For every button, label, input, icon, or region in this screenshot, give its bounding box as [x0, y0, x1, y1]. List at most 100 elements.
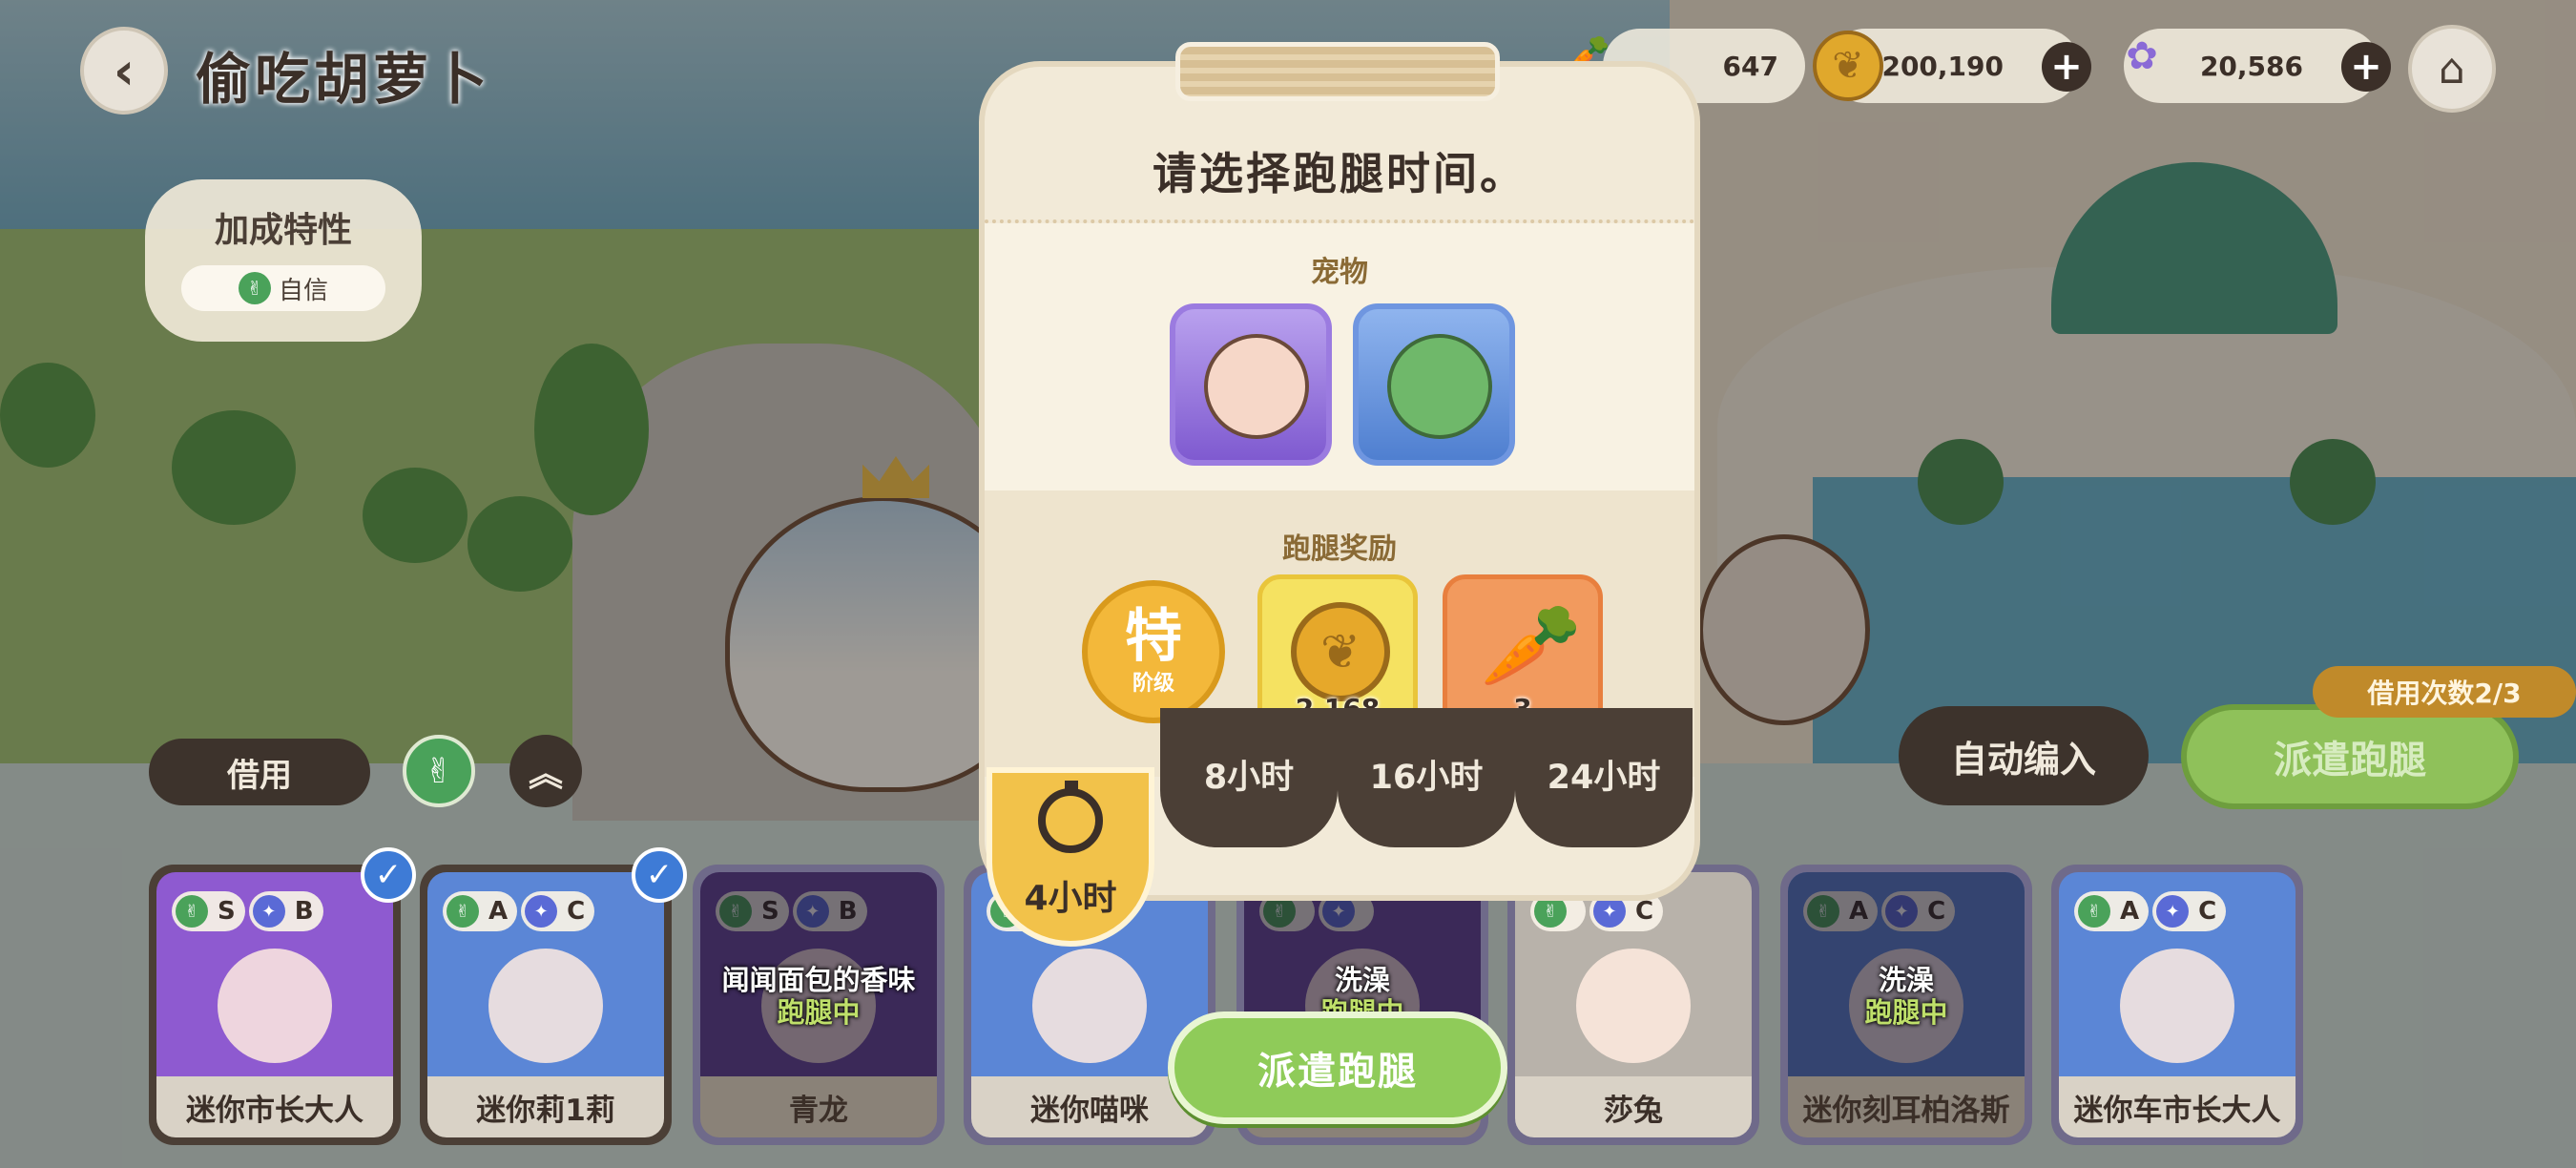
rabbit-icon: ✌ — [176, 895, 208, 928]
bonus-trait-panel: 加成特性 ✌ 自信 — [145, 179, 422, 342]
pet-card-art: ✌ A ✦ C — [2059, 872, 2296, 1076]
collapse-button[interactable]: ︽ — [509, 735, 582, 807]
pet-name: 迷你刻耳柏洛斯 — [1788, 1076, 2025, 1137]
pet-card-body: ✌S✦B闻闻面包的香味跑腿中青龙 — [700, 872, 937, 1137]
add-gem-button[interactable]: + — [2341, 42, 2391, 92]
modal-title: 请选择跑腿时间。 — [1153, 148, 1527, 199]
rewards-label: 跑腿奖励 — [1282, 532, 1397, 566]
pet-slot-2[interactable] — [1353, 303, 1515, 466]
grade-letter: C — [567, 897, 586, 926]
pet-card[interactable]: ✌ A ✦ C 迷你车市长大人 — [2051, 865, 2303, 1145]
pet-card[interactable]: ✌A✦C洗澡跑腿中迷你刻耳柏洛斯 — [1780, 865, 2032, 1145]
add-coin-button[interactable]: + — [2042, 42, 2091, 92]
leaf-coin-icon: ❦ — [1291, 602, 1390, 701]
status-errand: 跑腿中 — [1864, 996, 1948, 1029]
grade-letter: B — [294, 897, 314, 926]
grade-letter: S — [218, 897, 236, 926]
pet-slot-1[interactable] — [1170, 303, 1332, 466]
time-option-24h[interactable]: 24小时 — [1515, 708, 1693, 847]
grade-letter: C — [1635, 897, 1654, 926]
pet-character — [1576, 949, 1691, 1063]
grade-row: ✌S✦B — [172, 891, 323, 931]
star-icon: ✦ — [252, 895, 285, 928]
errand-status: 闻闻面包的香味 跑腿中 — [700, 964, 937, 1029]
pet-card-art: ✌ S ✦ B — [156, 872, 393, 1076]
rabbit-icon: ✌ — [238, 272, 271, 304]
grade-badge-main: 特 — [1125, 603, 1182, 670]
pet-card-body: ✌ A ✦ C 迷你莉1莉 — [427, 872, 664, 1137]
pet-card[interactable]: ✌ S ✦ B 迷你市长大人 ✓ — [149, 847, 416, 1145]
errand-status: 洗澡跑腿中 — [1788, 964, 2025, 1029]
pet-character — [218, 949, 332, 1063]
pet-card-art: ✌ A ✦ C — [427, 872, 664, 1076]
trait-chip[interactable]: ✌ 自信 — [181, 265, 385, 311]
grade-badge: 特 阶级 — [1082, 580, 1225, 723]
pet-character — [2120, 949, 2234, 1063]
rabbit-icon: ✌ — [2078, 895, 2110, 928]
auto-fill-button[interactable]: 自动编入 — [1899, 706, 2149, 805]
borrow-count-badge: 借用次数2/3 — [2313, 666, 2576, 718]
grade-row: ✌A✦C — [2074, 891, 2227, 931]
home-icon: ⌂ — [2439, 44, 2465, 94]
time-option-4h-selected[interactable]: 4小时 — [987, 767, 1154, 947]
pet-portrait-lily — [1387, 334, 1492, 439]
selected-check-icon: ✓ — [632, 847, 687, 903]
selected-check-icon: ✓ — [361, 847, 416, 903]
carrot-icon: 🥕 — [1480, 598, 1583, 694]
selected-time-label: 4小时 — [1024, 879, 1117, 918]
pet-name: 迷你车市长大人 — [2059, 1076, 2296, 1137]
rabbit-icon: ✌ — [447, 895, 479, 928]
gem-count: 20,586 — [2199, 50, 2303, 82]
grade-badge-sub: 阶级 — [1132, 672, 1174, 696]
grade-letter: A — [488, 897, 509, 926]
trait-chip-label: 自信 — [278, 276, 328, 305]
pet-name: 莎兔 — [1515, 1076, 1752, 1137]
dispatch-errand-button[interactable]: 派遣跑腿 — [1168, 1012, 1507, 1124]
borrow-button[interactable]: 借用 — [149, 739, 370, 805]
pet-name: 迷你莉1莉 — [427, 1076, 664, 1137]
grade-letter: A — [2120, 897, 2140, 926]
pet-card[interactable]: ✌ ✦ C 莎兔 — [1507, 865, 1759, 1145]
back-button[interactable]: ‹ — [80, 27, 168, 115]
double-chevron-up-icon: ︽ — [528, 755, 563, 794]
pet-card-body: ✌ ✦ C 莎兔 — [1515, 872, 1752, 1137]
grade-pill: ✌A — [2074, 891, 2150, 931]
chevron-left-icon: ‹ — [113, 40, 135, 101]
pet-name: 青龙 — [700, 1076, 937, 1137]
pet-character — [488, 949, 603, 1063]
trait-title: 加成特性 — [214, 211, 352, 250]
pet-card-art: ✌A✦C洗澡跑腿中 — [1788, 872, 2025, 1076]
page-title: 偷吃胡萝卜 — [196, 47, 492, 112]
time-option-16h[interactable]: 16小时 — [1338, 708, 1515, 847]
grade-pill: ✦C — [521, 891, 595, 931]
status-activity: 洗澡 — [1334, 964, 1390, 996]
home-button[interactable]: ⌂ — [2408, 25, 2496, 113]
pets-label: 宠物 — [1311, 256, 1368, 289]
pet-portrait-mayor — [1204, 334, 1309, 439]
time-option-8h[interactable]: 8小时 — [1160, 708, 1338, 847]
dispatch-button-background[interactable]: 派遣跑腿 — [2181, 704, 2519, 809]
pet-card[interactable]: ✌ A ✦ C 迷你莉1莉 ✓ — [420, 847, 687, 1145]
carrot-count: 647 — [1722, 50, 1778, 82]
star-icon: ✦ — [2156, 895, 2190, 928]
pet-card[interactable]: ✌S✦B闻闻面包的香味跑腿中青龙 — [693, 865, 945, 1145]
grade-pill: ✌S — [172, 891, 245, 931]
modal-header-tab — [1175, 42, 1500, 101]
pet-card-body: ✌ S ✦ B 迷你市长大人 — [156, 872, 393, 1137]
rabbit-icon: ✌ — [424, 751, 454, 791]
grade-pill: ✌A — [443, 891, 518, 931]
pet-name: 迷你市长大人 — [156, 1076, 393, 1137]
star-icon: ✦ — [525, 895, 558, 928]
status-activity: 洗澡 — [1878, 964, 1934, 996]
status-activity: 闻闻面包的香味 — [721, 964, 916, 996]
grade-letter: C — [2198, 897, 2217, 926]
pet-character — [1032, 949, 1147, 1063]
grade-row: ✌A✦C — [443, 891, 595, 931]
pet-card-body: ✌A✦C洗澡跑腿中迷你刻耳柏洛斯 — [1788, 872, 2025, 1137]
grade-pill: ✦B — [248, 891, 323, 931]
pet-card-art: ✌S✦B闻闻面包的香味跑腿中 — [700, 872, 937, 1076]
grade-pill: ✦C — [2152, 891, 2227, 931]
pet-card-body: ✌ A ✦ C 迷你车市长大人 — [2059, 872, 2296, 1137]
trait-filter-button[interactable]: ✌ — [403, 735, 475, 807]
leaf-gem-icon: ✿ — [2126, 34, 2158, 78]
